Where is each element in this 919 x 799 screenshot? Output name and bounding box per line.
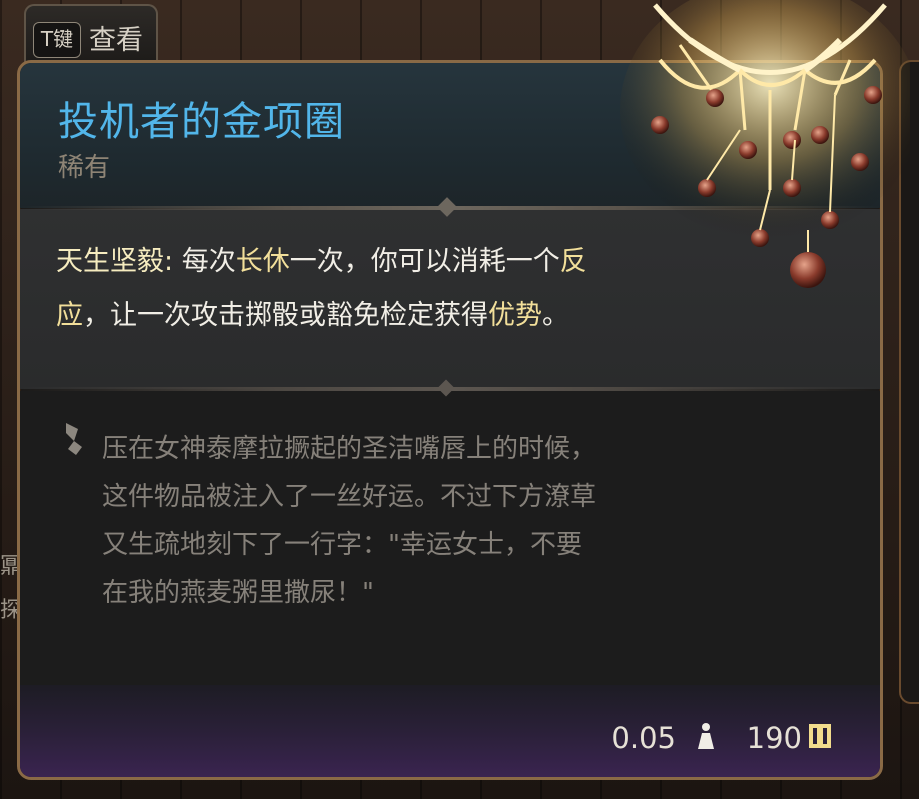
item-name: 投机者的金项圈 xyxy=(58,99,345,145)
effect-text: ，让一次攻击掷骰或豁免检定获得 xyxy=(83,300,488,331)
gold-coin-icon xyxy=(809,724,831,748)
hotkey-label: 查看 xyxy=(89,25,143,56)
keyword-advantage[interactable]: 优势 xyxy=(488,300,542,331)
keyword-long-rest[interactable]: 长休 xyxy=(236,246,290,277)
effect-text: 一次，你可以消耗一个 xyxy=(289,246,560,277)
inspect-hotkey-tab[interactable]: T键 查看 xyxy=(24,4,158,68)
effect-description: 天生坚毅: 每次长休一次，你可以消耗一个反应，让一次攻击掷骰或豁免检定获得优势。 xyxy=(56,235,636,343)
lore-text: 压在女神泰摩拉撅起的圣洁嘴唇上的时候，这件物品被注入了一丝好运。不过下方潦草又生… xyxy=(102,434,597,608)
item-rarity: 稀有 xyxy=(58,153,111,183)
quill-icon xyxy=(66,423,82,455)
effect-text: 。 xyxy=(542,300,569,331)
golden-necklace-icon xyxy=(620,0,910,288)
lore-section: 压在女神泰摩拉撅起的圣洁嘴唇上的时候，这件物品被注入了一丝好运。不过下方潦草又生… xyxy=(20,391,880,691)
tooltip-footer: 0.05 190 xyxy=(20,685,880,777)
hotkey-badge: T键 xyxy=(33,22,81,58)
item-price: 190 xyxy=(746,721,802,755)
effect-text: 每次 xyxy=(173,246,236,277)
item-weight: 0.05 xyxy=(611,721,676,755)
weight-icon xyxy=(698,723,714,749)
effect-name: 天生坚毅: xyxy=(56,246,174,277)
